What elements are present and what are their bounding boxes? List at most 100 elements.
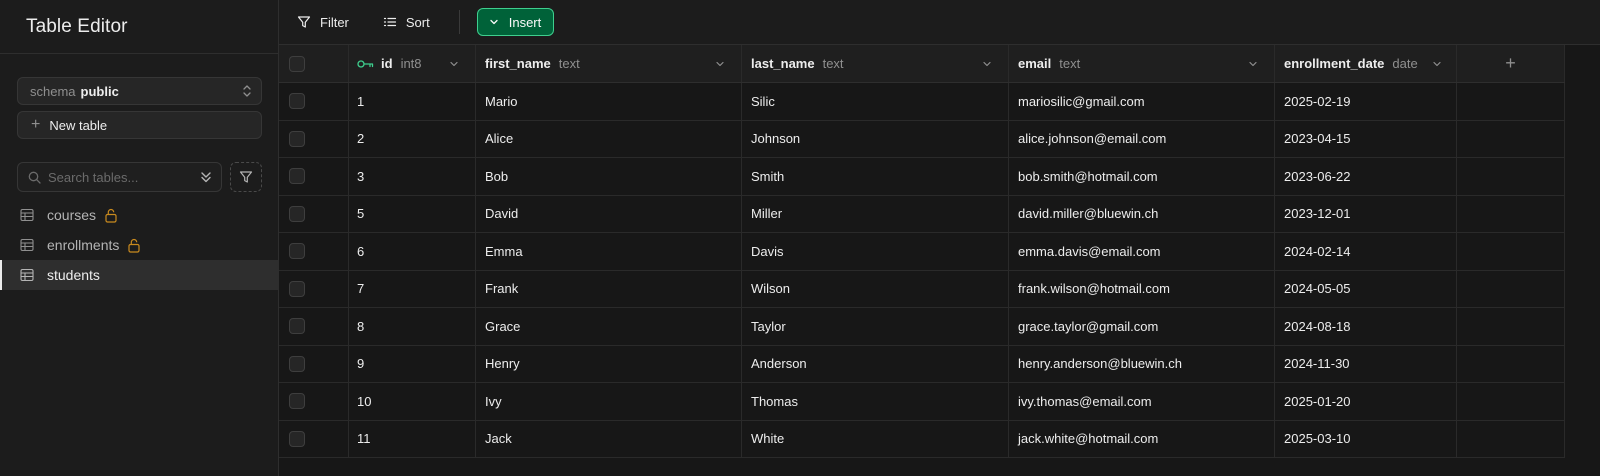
cell-id[interactable]: 8 bbox=[349, 308, 476, 345]
cell-email[interactable]: alice.johnson@email.com bbox=[1009, 120, 1275, 157]
column-header-email[interactable]: email text bbox=[1009, 45, 1275, 82]
sidebar-item-enrollments[interactable]: enrollments bbox=[0, 230, 279, 260]
cell-id[interactable]: 9 bbox=[349, 345, 476, 382]
cell-first-name[interactable]: Grace bbox=[476, 308, 742, 345]
cell-first-name[interactable]: Frank bbox=[476, 270, 742, 307]
cell-enrollment-date[interactable]: 2024-02-14 bbox=[1275, 233, 1457, 270]
cell-enrollment-date[interactable]: 2023-12-01 bbox=[1275, 195, 1457, 232]
column-header-first-name[interactable]: first_name text bbox=[476, 45, 742, 82]
cell-first-name[interactable]: Ivy bbox=[476, 383, 742, 420]
row-checkbox[interactable] bbox=[289, 355, 305, 372]
cell-last-name[interactable]: Wilson bbox=[742, 270, 1009, 307]
row-checkbox[interactable] bbox=[289, 130, 305, 147]
cell-first-name[interactable]: Alice bbox=[476, 120, 742, 157]
filter-tables-button[interactable] bbox=[230, 162, 262, 192]
cell-enrollment-date[interactable]: 2023-04-15 bbox=[1275, 120, 1457, 157]
select-all-checkbox[interactable] bbox=[289, 55, 305, 72]
cell-email[interactable]: bob.smith@hotmail.com bbox=[1009, 158, 1275, 195]
cell-last-name[interactable]: Johnson bbox=[742, 120, 1009, 157]
table-row[interactable]: 1 Mario Silic mariosilic@gmail.com 2025-02-1… bbox=[279, 83, 1565, 121]
cell-id[interactable]: 10 bbox=[349, 383, 476, 420]
cell-email[interactable]: mariosilic@gmail.com bbox=[1009, 83, 1275, 120]
table-row[interactable]: 11 Jack White jack.white@hotmail.com 2025-03… bbox=[279, 420, 1565, 458]
cell-last-name[interactable]: Anderson bbox=[742, 345, 1009, 382]
empty-cell bbox=[1457, 270, 1565, 307]
row-checkbox[interactable] bbox=[289, 168, 305, 185]
table-row[interactable]: 10 Ivy Thomas ivy.thomas@email.com 2025-01-2… bbox=[279, 383, 1565, 421]
chevron-down-icon[interactable] bbox=[1432, 59, 1442, 69]
cell-last-name[interactable]: Taylor bbox=[742, 308, 1009, 345]
cell-email[interactable]: david.miller@bluewin.ch bbox=[1009, 195, 1275, 232]
column-header-enrollment-date[interactable]: enrollment_date date bbox=[1275, 45, 1457, 82]
cell-enrollment-date[interactable]: 2024-11-30 bbox=[1275, 345, 1457, 382]
cell-enrollment-date[interactable]: 2024-05-05 bbox=[1275, 270, 1457, 307]
cell-first-name[interactable]: Jack bbox=[476, 420, 742, 457]
lock-icon bbox=[104, 208, 118, 223]
cell-email[interactable]: ivy.thomas@email.com bbox=[1009, 383, 1275, 420]
filter-icon bbox=[297, 16, 311, 28]
row-select-cell bbox=[279, 83, 349, 120]
chevron-down-icon[interactable] bbox=[1248, 59, 1258, 69]
cell-last-name[interactable]: Smith bbox=[742, 158, 1009, 195]
vertical-scrollbar[interactable] bbox=[1569, 45, 1579, 476]
row-checkbox[interactable] bbox=[289, 243, 305, 260]
row-checkbox[interactable] bbox=[289, 280, 305, 297]
cell-id[interactable]: 2 bbox=[349, 120, 476, 157]
cell-email[interactable]: henry.anderson@bluewin.ch bbox=[1009, 345, 1275, 382]
cell-first-name[interactable]: Bob bbox=[476, 158, 742, 195]
chevron-down-icon[interactable] bbox=[449, 59, 459, 69]
cell-email[interactable]: frank.wilson@hotmail.com bbox=[1009, 270, 1275, 307]
cell-enrollment-date[interactable]: 2023-06-22 bbox=[1275, 158, 1457, 195]
cell-last-name[interactable]: Thomas bbox=[742, 383, 1009, 420]
schema-select[interactable]: schema public bbox=[17, 77, 262, 105]
cell-enrollment-date[interactable]: 2025-02-19 bbox=[1275, 83, 1457, 120]
row-checkbox[interactable] bbox=[289, 205, 305, 222]
table-row[interactable]: 5 David Miller david.miller@bluewin.ch 2023-… bbox=[279, 195, 1565, 233]
cell-last-name[interactable]: Davis bbox=[742, 233, 1009, 270]
sort-button[interactable]: Sort bbox=[383, 15, 430, 30]
cell-email[interactable]: emma.davis@email.com bbox=[1009, 233, 1275, 270]
chevron-down-icon[interactable] bbox=[715, 59, 725, 69]
column-header-id[interactable]: id int8 bbox=[349, 45, 476, 82]
table-row[interactable]: 7 Frank Wilson frank.wilson@hotmail.com 2024… bbox=[279, 270, 1565, 308]
cell-email[interactable]: jack.white@hotmail.com bbox=[1009, 420, 1275, 457]
insert-button[interactable]: Insert bbox=[476, 8, 555, 36]
cell-last-name[interactable]: Miller bbox=[742, 195, 1009, 232]
schema-value: public bbox=[80, 83, 119, 99]
cell-id[interactable]: 6 bbox=[349, 233, 476, 270]
cell-enrollment-date[interactable]: 2025-03-10 bbox=[1275, 420, 1457, 457]
cell-first-name[interactable]: Mario bbox=[476, 83, 742, 120]
cell-enrollment-date[interactable]: 2024-08-18 bbox=[1275, 308, 1457, 345]
new-table-button[interactable]: + New table bbox=[17, 111, 262, 139]
cell-enrollment-date[interactable]: 2025-01-20 bbox=[1275, 383, 1457, 420]
add-column-button[interactable]: + bbox=[1457, 45, 1565, 82]
table-row[interactable]: 8 Grace Taylor grace.taylor@gmail.com 2024-0… bbox=[279, 308, 1565, 346]
table-row[interactable]: 2 Alice Johnson alice.johnson@email.com 2023… bbox=[279, 120, 1565, 158]
cell-id[interactable]: 3 bbox=[349, 158, 476, 195]
row-checkbox[interactable] bbox=[289, 393, 305, 410]
cell-id[interactable]: 5 bbox=[349, 195, 476, 232]
sidebar-item-courses[interactable]: courses bbox=[0, 200, 279, 230]
filter-button[interactable]: Filter bbox=[297, 15, 349, 30]
cell-id[interactable]: 1 bbox=[349, 83, 476, 120]
table-row[interactable]: 9 Henry Anderson henry.anderson@bluewin.ch 2… bbox=[279, 345, 1565, 383]
column-type: text bbox=[1059, 56, 1081, 71]
row-checkbox[interactable] bbox=[289, 430, 305, 447]
column-header-last-name[interactable]: last_name text bbox=[742, 45, 1009, 82]
row-checkbox[interactable] bbox=[289, 318, 305, 335]
table-row[interactable]: 3 Bob Smith bob.smith@hotmail.com 2023-06-22 bbox=[279, 158, 1565, 196]
sidebar-item-students[interactable]: students bbox=[0, 260, 279, 290]
cell-email[interactable]: grace.taylor@gmail.com bbox=[1009, 308, 1275, 345]
cell-first-name[interactable]: David bbox=[476, 195, 742, 232]
cell-id[interactable]: 7 bbox=[349, 270, 476, 307]
cell-first-name[interactable]: Emma bbox=[476, 233, 742, 270]
chevrons-down-icon[interactable] bbox=[199, 170, 213, 189]
table-row[interactable]: 6 Emma Davis emma.davis@email.com 2024-02-14 bbox=[279, 233, 1565, 271]
cell-id[interactable]: 11 bbox=[349, 420, 476, 457]
cell-last-name[interactable]: White bbox=[742, 420, 1009, 457]
cell-last-name[interactable]: Silic bbox=[742, 83, 1009, 120]
row-checkbox[interactable] bbox=[289, 93, 305, 110]
search-tables-input[interactable] bbox=[48, 169, 188, 185]
cell-first-name[interactable]: Henry bbox=[476, 345, 742, 382]
chevron-down-icon[interactable] bbox=[982, 59, 992, 69]
